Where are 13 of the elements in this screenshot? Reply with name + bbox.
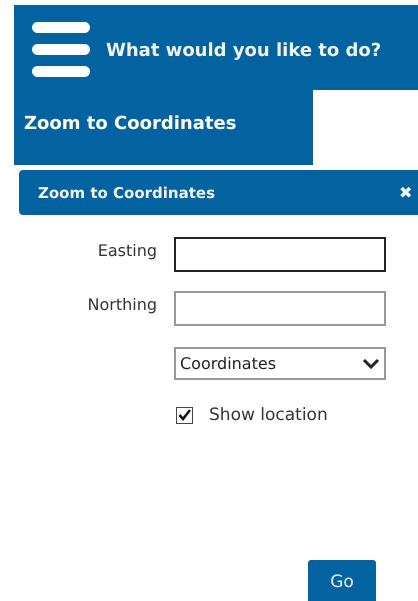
chevron-down-icon bbox=[362, 358, 380, 370]
input-field[interactable] bbox=[174, 291, 386, 326]
go-button[interactable]: Go bbox=[308, 560, 376, 601]
field-label: Easting bbox=[96, 241, 158, 260]
checkbox[interactable] bbox=[176, 406, 193, 424]
input-field[interactable] bbox=[174, 237, 386, 272]
header-title: What would you like to do? bbox=[106, 40, 382, 61]
panel-title: Zoom to Coordinates bbox=[38, 184, 216, 202]
close-button[interactable]: ✖ bbox=[399, 182, 412, 202]
checkbox-label: Show location bbox=[209, 405, 328, 425]
section-title: Zoom to Coordinates bbox=[24, 113, 236, 134]
field-label: Northing bbox=[86, 295, 158, 314]
coordinate-select[interactable]: Coordinates bbox=[174, 347, 386, 380]
